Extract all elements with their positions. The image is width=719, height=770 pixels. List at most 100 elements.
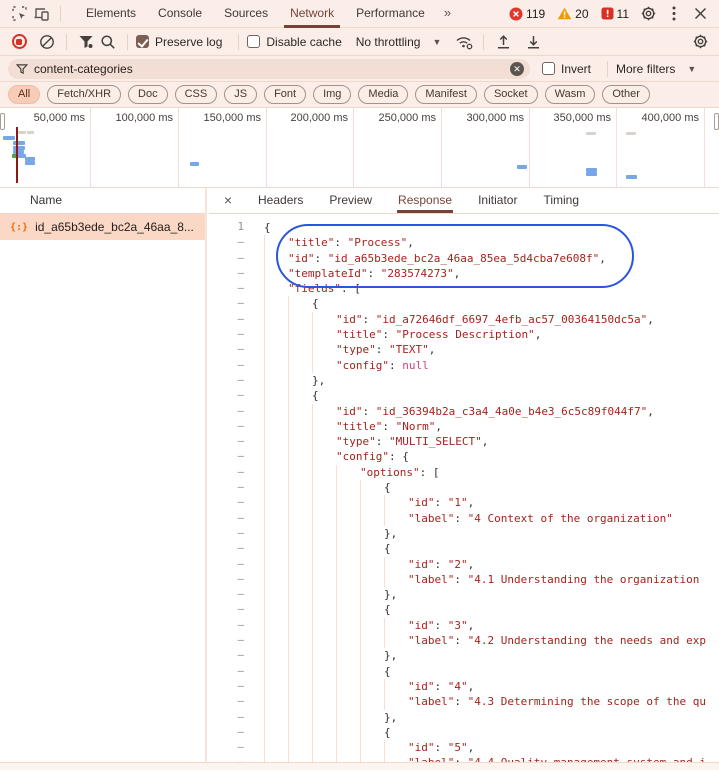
timeline-gridline [616,108,617,187]
record-network-log-icon[interactable] [8,31,30,53]
indent-guide [288,724,312,741]
tab-response[interactable]: Response [397,188,454,213]
clear-filter-icon[interactable]: ✕ [510,61,524,76]
indent-guide [264,602,288,618]
filter-chip-manifest[interactable]: Manifest [415,85,477,104]
filter-icon[interactable] [75,31,97,53]
code-line: – "title": "Process Description", [209,327,719,343]
indent-guide [264,311,288,328]
indent-guide [288,571,312,588]
indent-guide [264,617,288,634]
panel-tabs: Elements Console Sources Network Performance… [75,0,459,28]
issues-badge[interactable]: 11 [601,7,629,21]
indent-guide [312,449,336,465]
indent-guide [336,480,360,496]
filter-chip-font[interactable]: Font [264,85,307,104]
code-text: "id": "2", [408,557,475,571]
code-text: "id": "5", [408,741,475,755]
indent-guide [336,663,360,679]
timeline-tick-label: 50,000 ms [33,112,85,124]
network-conditions-icon[interactable] [453,31,475,53]
tab-timing[interactable]: Timing [542,188,580,213]
filter-chip-all[interactable]: All [8,85,41,104]
filter-chip-doc[interactable]: Doc [128,85,168,104]
tab-preview[interactable]: Preview [328,188,373,213]
tab-initiator[interactable]: Initiator [477,188,518,213]
tab-console[interactable]: Console [152,0,208,28]
indent-guide [264,418,288,435]
search-icon[interactable] [97,31,119,53]
console-warnings-badge[interactable]: 20 [557,7,589,21]
more-tabs-button[interactable]: » [436,0,459,28]
disable-cache-checkbox[interactable] [247,35,261,48]
import-har-icon[interactable] [492,31,514,53]
tab-performance[interactable]: Performance [350,0,431,28]
code-text: }, [312,373,326,387]
clear-network-log-icon[interactable] [36,31,58,53]
filter-chip-other[interactable]: Other [602,85,650,104]
indent-guide [312,327,336,343]
chevron-down-icon[interactable]: ▼ [432,37,441,47]
indent-guide [288,495,312,511]
indent-guide [288,403,312,419]
indent-guide [312,311,336,328]
filter-chip-fetchxhr[interactable]: Fetch/XHR [47,85,122,104]
timeline-gridline [529,108,530,187]
line-number: – [237,557,244,570]
line-number: – [237,251,244,264]
device-toolbar-icon[interactable] [30,3,52,25]
close-devtools-icon[interactable] [689,3,711,25]
invert-filter-checkbox[interactable] [542,62,555,75]
indent-guide [264,663,288,679]
export-har-icon[interactable] [522,31,544,53]
filter-chip-css[interactable]: CSS [174,85,218,104]
network-overview-timeline[interactable]: 50,000 ms 100,000 ms 150,000 ms 200,000 ms 2… [0,108,719,188]
indent-guide [264,250,288,266]
tab-sources[interactable]: Sources [218,0,274,28]
filter-input-pill[interactable]: ✕ [8,58,530,79]
overview-left-handle[interactable] [0,113,5,130]
filter-chip-wasm[interactable]: Wasm [544,85,596,104]
table-row[interactable]: {:} id_a65b3ede_bc2a_46aa_8... [0,214,205,240]
indent-guide [288,311,312,328]
kebab-menu-icon[interactable] [663,3,685,25]
network-settings-gear-icon[interactable] [689,31,711,53]
response-body-viewer[interactable]: 1{– "title": "Process", – "id": "id_a65b3ed… [209,214,719,770]
line-number: – [237,511,244,524]
filter-chip-media[interactable]: Media [358,85,409,104]
preserve-log-checkbox[interactable] [136,35,149,48]
indent-guide [264,740,288,756]
indent-guide [336,587,360,603]
settings-gear-icon[interactable] [637,3,659,25]
filter-chip-img[interactable]: Img [313,85,352,104]
tab-network[interactable]: Network [284,0,341,28]
line-number: – [237,695,244,708]
tab-headers[interactable]: Headers [257,188,304,213]
more-filters-button[interactable]: More filters [616,62,675,76]
indent-guide [384,678,408,695]
throttling-select[interactable]: No throttling [356,35,421,49]
filter-chip-socket[interactable]: Socket [483,85,538,104]
tab-elements[interactable]: Elements [80,0,142,28]
line-number: – [237,725,244,738]
chevron-down-icon[interactable]: ▼ [687,64,696,74]
console-errors-badge[interactable]: 119 [509,7,545,21]
line-number: – [237,373,244,386]
indent-guide [312,740,336,756]
indent-guide [336,694,360,710]
line-number: – [237,741,244,754]
indent-guide [336,541,360,557]
overview-right-handle[interactable] [714,113,719,130]
close-detail-icon[interactable]: × [219,188,237,213]
line-number: – [237,358,244,371]
filter-input[interactable] [34,61,510,76]
issues-count: 11 [616,6,629,21]
inspect-element-icon[interactable] [8,3,30,25]
code-text: "type": "MULTI_SELECT", [336,435,489,449]
filter-chip-js[interactable]: JS [224,85,258,104]
name-column-header[interactable]: Name [0,188,205,214]
code-line: –{ [209,663,719,679]
network-toolbar: Preserve log Disable cache No throttling… [0,28,719,56]
indent-guide [288,633,312,649]
line-number: – [237,542,244,555]
